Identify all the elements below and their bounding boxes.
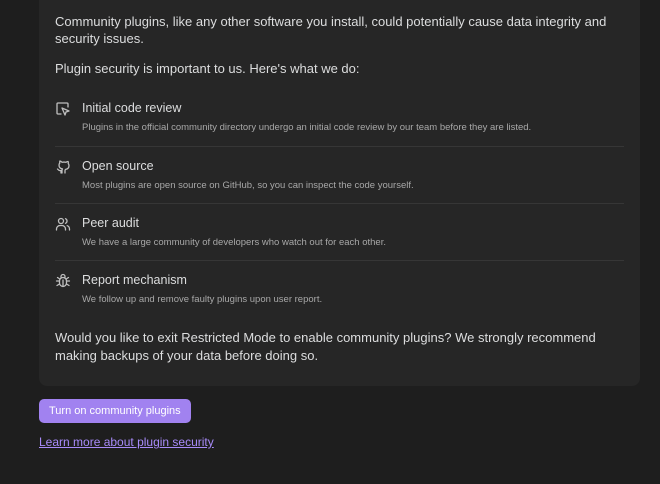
- learn-more-plugin-security-link[interactable]: Learn more about plugin security: [39, 435, 214, 449]
- item-description: Plugins in the official community direct…: [82, 122, 532, 133]
- github-icon: [55, 159, 71, 175]
- item-description: We follow up and remove faulty plugins u…: [82, 294, 323, 305]
- code-review-icon: [55, 101, 71, 117]
- item-title: Initial code review: [82, 101, 182, 115]
- list-item-open-source: Open source Most plugins are open source…: [55, 146, 624, 203]
- item-title: Report mechanism: [82, 273, 187, 287]
- bug-icon: [55, 273, 71, 289]
- item-description: Most plugins are open source on GitHub, …: [82, 180, 414, 191]
- outro-text: Would you like to exit Restricted Mode t…: [55, 330, 596, 363]
- list-item-code-review: Initial code review Plugins in the offic…: [55, 89, 624, 146]
- item-description: We have a large community of developers …: [82, 237, 386, 248]
- item-title: Peer audit: [82, 216, 139, 230]
- lead-text: Plugin security is important to us. Here…: [55, 61, 360, 76]
- security-measures-list: Initial code review Plugins in the offic…: [55, 89, 624, 317]
- turn-on-community-plugins-button[interactable]: Turn on community plugins: [39, 399, 191, 423]
- plugin-security-card: Community plugins, like any other softwa…: [39, 0, 640, 386]
- intro-text: Community plugins, like any other softwa…: [55, 14, 607, 46]
- list-item-report-mechanism: Report mechanism We follow up and remove…: [55, 260, 624, 317]
- item-title: Open source: [82, 159, 154, 173]
- list-item-peer-audit: Peer audit We have a large community of …: [55, 203, 624, 260]
- users-icon: [55, 216, 71, 232]
